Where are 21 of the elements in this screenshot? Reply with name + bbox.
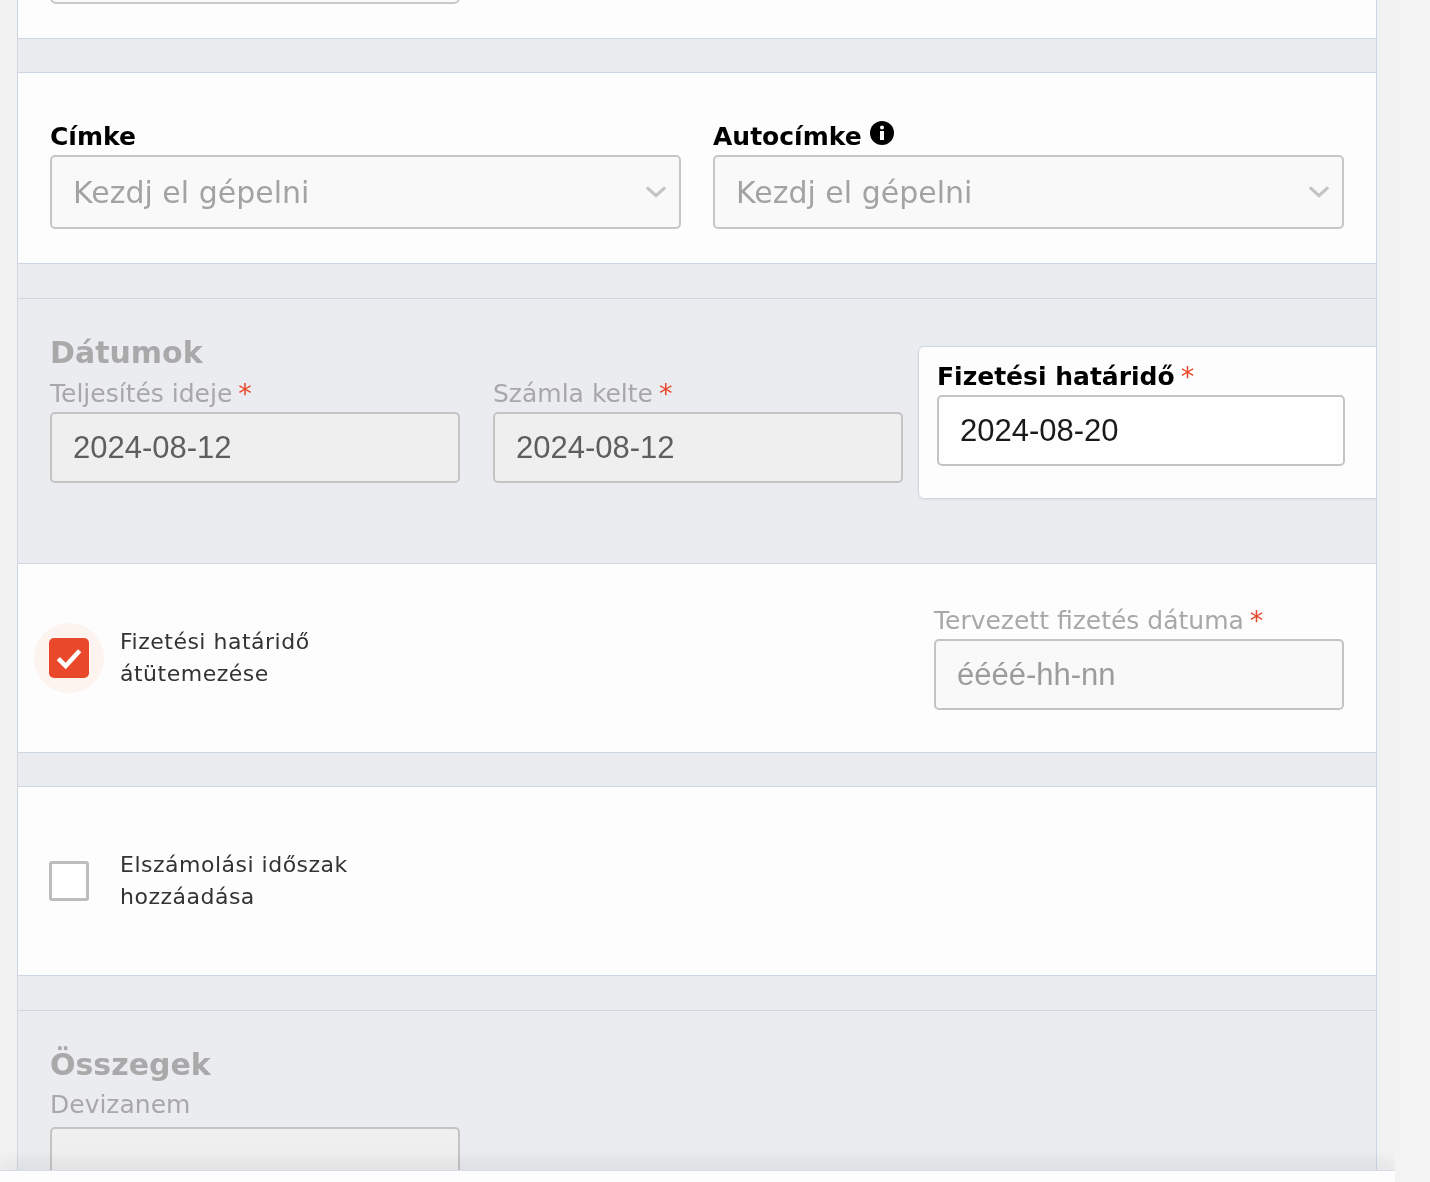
field-label: Devizanem [50, 1090, 192, 1119]
field-label: Fizetési határidő [937, 361, 1175, 391]
checkbox[interactable] [49, 638, 89, 678]
field-label: Számla kelte [493, 378, 653, 408]
required-mark: * [238, 377, 252, 409]
required-mark: * [659, 377, 673, 409]
required-mark: * [1249, 604, 1264, 636]
field-label: Tervezett fizetés dátuma [934, 605, 1244, 635]
chevron-down-icon [645, 185, 667, 199]
section-title: Dátumok [50, 335, 204, 370]
date-field[interactable]: 2024-08-20 [937, 395, 1345, 466]
field-label: Címke [50, 121, 136, 151]
required-mark: * [1180, 360, 1195, 392]
field-label: Teljesítés ideje [50, 378, 233, 408]
checkbox[interactable] [49, 861, 89, 901]
field-label: Autocímke [713, 121, 862, 151]
chevron-down-icon [1308, 185, 1330, 199]
section-title: Összegek [50, 1047, 212, 1082]
checkbox-label[interactable]: Fizetési határidő átütemezése [120, 626, 370, 690]
info-icon[interactable] [869, 121, 894, 145]
checkbox-label[interactable]: Elszámolási időszak hozzáadása [120, 849, 370, 913]
